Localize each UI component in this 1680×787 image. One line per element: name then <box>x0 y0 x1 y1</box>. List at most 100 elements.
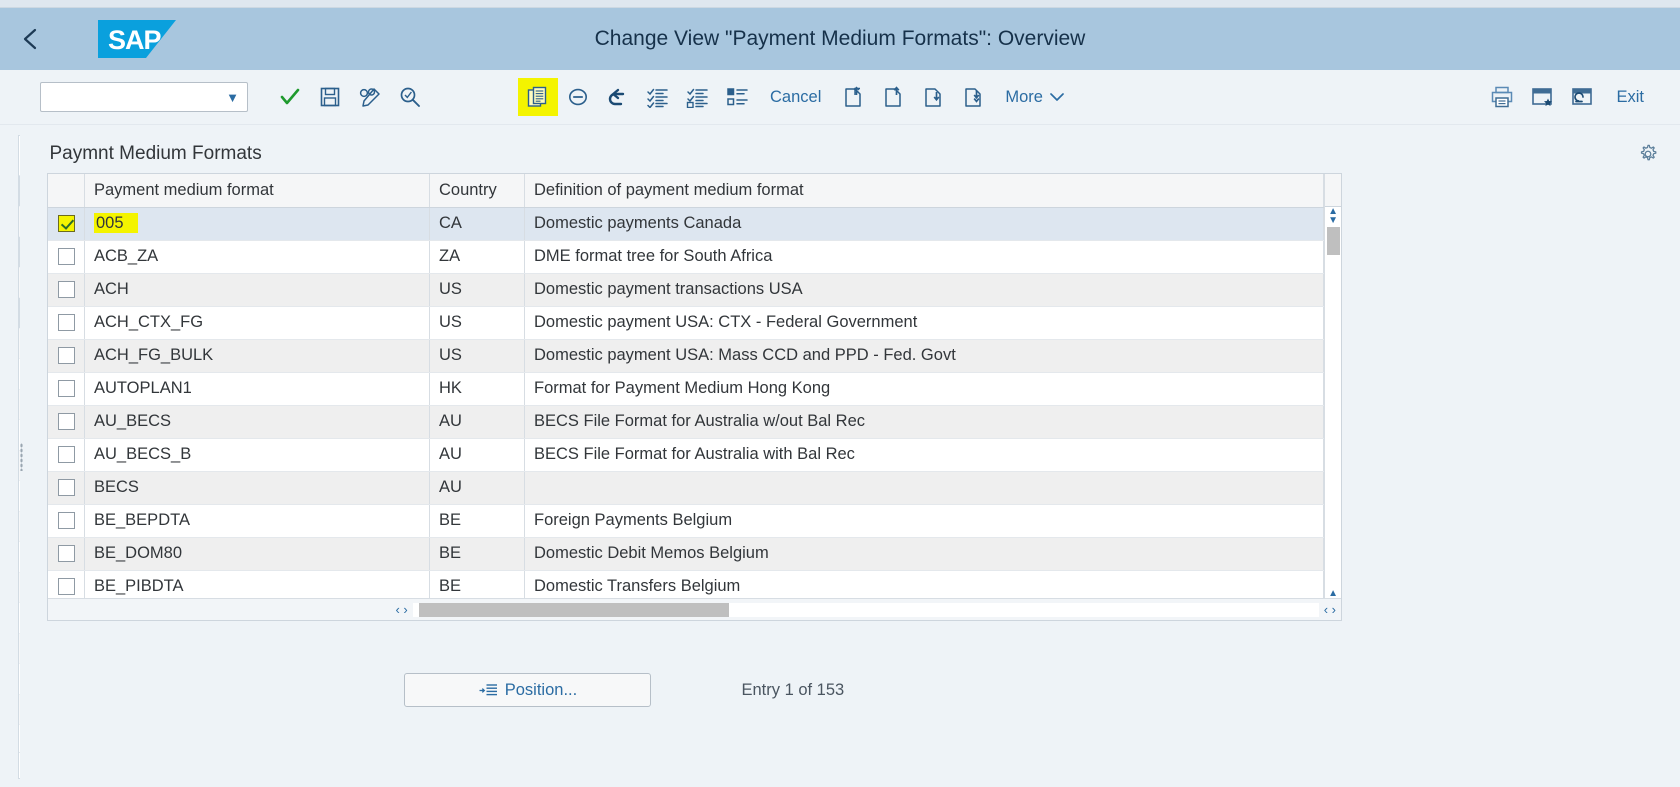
row-select-cell[interactable] <box>48 372 85 406</box>
cell-definition: Domestic payments Canada <box>524 207 1325 241</box>
sidebar-horizontal-scrollbar[interactable]: ‹ › ‹ › <box>19 752 20 778</box>
column-header-country[interactable]: Country <box>429 174 525 208</box>
cell-country: US <box>429 306 525 340</box>
save-button[interactable] <box>310 78 350 116</box>
command-field[interactable]: ▼ <box>40 82 248 112</box>
enter-check-button[interactable] <box>270 78 310 116</box>
cancel-button[interactable]: Cancel <box>758 78 833 116</box>
vertical-scroll-thumb[interactable] <box>1326 227 1340 255</box>
row-checkbox[interactable] <box>57 215 75 233</box>
row-select-cell[interactable] <box>48 537 85 571</box>
column-header-definition[interactable]: Definition of payment medium format <box>524 174 1325 208</box>
back-button[interactable] <box>0 8 62 70</box>
row-select-cell[interactable] <box>48 240 85 274</box>
hscroll-right-buttons[interactable]: ‹ › <box>1319 602 1341 617</box>
row-select-cell[interactable] <box>48 306 85 340</box>
column-header-select[interactable] <box>48 174 85 208</box>
table-row[interactable]: ACB_ZA ZA DME format tree for South Afri… <box>48 240 1325 274</box>
table-row[interactable]: BE_BEPDTA BE Foreign Payments Belgium <box>48 504 1325 538</box>
table-row[interactable]: ACH_FG_BULK US Domestic payment USA: Mas… <box>48 339 1325 373</box>
table-row[interactable]: 005 CA Domestic payments Canada <box>48 207 1325 241</box>
table-vertical-scrollbar[interactable]: ▲ ▼ ▲ <box>1324 174 1342 599</box>
row-select-cell[interactable] <box>48 207 85 241</box>
table-row[interactable]: BECS AU <box>48 471 1325 505</box>
delete-button[interactable] <box>558 78 598 116</box>
previous-page-button[interactable] <box>873 78 913 116</box>
table-row[interactable]: AU_BECS AU BECS File Format for Australi… <box>48 405 1325 439</box>
select-all-button[interactable] <box>638 78 678 116</box>
generate-shortcut-button[interactable] <box>1562 78 1602 116</box>
row-select-cell[interactable] <box>48 339 85 373</box>
save-floppy-icon <box>320 87 340 107</box>
undo-button[interactable] <box>598 78 638 116</box>
last-page-button[interactable] <box>953 78 993 116</box>
cell-country: US <box>429 339 525 373</box>
page-first-icon <box>845 86 862 107</box>
sap-logo: SAP <box>98 19 190 59</box>
row-checkbox[interactable] <box>57 347 75 365</box>
cell-format: AU_BECS <box>84 405 430 439</box>
row-checkbox[interactable] <box>57 545 75 563</box>
row-checkbox[interactable] <box>57 248 75 266</box>
row-checkbox[interactable] <box>57 578 75 596</box>
row-checkbox[interactable] <box>57 479 75 497</box>
hscroll-thumb[interactable] <box>418 602 729 617</box>
position-button[interactable]: Position... <box>404 673 652 707</box>
display-change-button[interactable] <box>350 78 390 116</box>
window-star-icon <box>1532 88 1553 106</box>
table-row[interactable]: ACH_CTX_FG US Domestic payment USA: CTX … <box>48 306 1325 340</box>
payment-medium-formats-table: Payment medium format Country Definition… <box>47 173 1342 621</box>
table-settings-button[interactable] <box>1638 144 1658 164</box>
cell-format: 005 <box>84 207 430 241</box>
row-checkbox[interactable] <box>57 281 75 299</box>
cell-format: BECS <box>84 471 430 505</box>
magnifier-check-icon <box>400 87 420 107</box>
position-list-icon <box>479 683 498 698</box>
shell-header: SAP Change View "Payment Medium Formats"… <box>0 8 1680 70</box>
row-select-cell[interactable] <box>48 471 85 505</box>
table-row[interactable]: BE_PIBDTA BE Domestic Transfers Belgium <box>48 570 1325 599</box>
table-row[interactable]: BE_DOM80 BE Domestic Debit Memos Belgium <box>48 537 1325 571</box>
find-button[interactable] <box>390 78 430 116</box>
hscroll-left-buttons[interactable]: ‹ › <box>390 602 412 617</box>
table-row[interactable]: ACH US Domestic payment transactions USA <box>48 273 1325 307</box>
row-select-cell[interactable] <box>48 438 85 472</box>
create-favorite-button[interactable] <box>1522 78 1562 116</box>
scroll-bottom-button[interactable]: ▲ <box>1328 589 1338 599</box>
row-select-cell[interactable] <box>48 504 85 538</box>
hscroll-track[interactable] <box>412 602 1319 617</box>
cell-definition: BECS File Format for Australia with Bal … <box>524 438 1325 472</box>
row-checkbox[interactable] <box>57 380 75 398</box>
gear-icon <box>1640 144 1657 161</box>
data-table: Payment medium format Country Definition… <box>48 174 1325 599</box>
first-page-button[interactable] <box>833 78 873 116</box>
row-checkbox[interactable] <box>57 314 75 332</box>
table-row[interactable]: AUTOPLAN1 HK Format for Payment Medium H… <box>48 372 1325 406</box>
scroll-down-button[interactable]: ▼ <box>1328 216 1338 226</box>
table-horizontal-scrollbar[interactable]: ‹ › ‹ › <box>48 598 1341 620</box>
check-icon <box>280 88 300 105</box>
exit-button[interactable]: Exit <box>1602 78 1658 116</box>
cell-definition: Domestic payment transactions USA <box>524 273 1325 307</box>
row-checkbox[interactable] <box>57 413 75 431</box>
next-page-button[interactable] <box>913 78 953 116</box>
print-button[interactable] <box>1482 78 1522 116</box>
panel-header: Paymnt Medium Formats <box>23 135 1672 173</box>
cell-definition: Domestic payment USA: Mass CCD and PPD -… <box>524 339 1325 373</box>
copy-as-button[interactable] <box>518 78 558 116</box>
table-row[interactable]: AU_BECS_B AU BECS File Format for Austra… <box>48 438 1325 472</box>
deselect-all-button[interactable] <box>678 78 718 116</box>
cell-format: BE_PIBDTA <box>84 570 430 599</box>
column-header-format[interactable]: Payment medium format <box>84 174 430 208</box>
page-title: Change View "Payment Medium Formats": Ov… <box>594 27 1086 50</box>
row-select-cell[interactable] <box>48 273 85 307</box>
row-select-cell[interactable] <box>48 570 85 599</box>
select-block-button[interactable] <box>718 78 758 116</box>
row-checkbox[interactable] <box>57 446 75 464</box>
row-select-cell[interactable] <box>48 405 85 439</box>
cell-country: HK <box>429 372 525 406</box>
cell-format: ACH <box>84 273 430 307</box>
row-checkbox[interactable] <box>57 512 75 530</box>
more-menu-button[interactable]: More <box>993 78 1076 116</box>
cell-format: ACH_CTX_FG <box>84 306 430 340</box>
